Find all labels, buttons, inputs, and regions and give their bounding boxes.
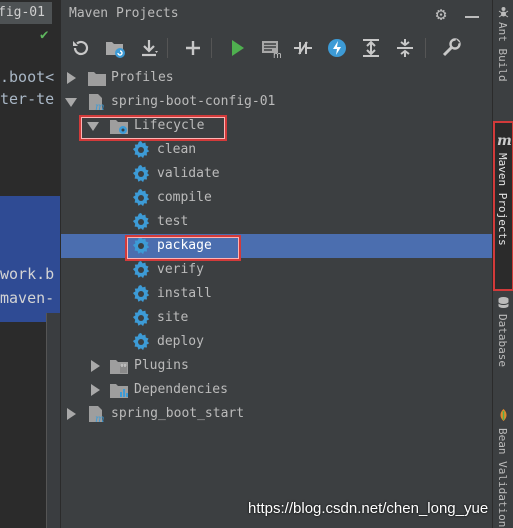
expand-arrow-icon[interactable]	[91, 384, 100, 396]
tree-label: deploy	[157, 334, 204, 349]
svg-text:m: m	[95, 102, 104, 111]
expand-arrow-icon[interactable]	[67, 72, 76, 84]
tree-label: compile	[157, 190, 212, 205]
maven-project-icon: m	[87, 405, 107, 425]
plugins-folder-icon	[109, 357, 129, 375]
tree-item-phase-compile[interactable]: compile	[61, 186, 493, 210]
watermark: https://blog.csdn.net/chen_long_yue	[248, 500, 489, 517]
editor-scrollbar[interactable]	[46, 313, 60, 528]
gear-icon	[131, 164, 151, 183]
editor-area: fig-01 ✔ .boot< ter-te work.b maven-	[0, 0, 60, 528]
minimize-icon[interactable]	[463, 3, 481, 27]
expand-arrow-icon[interactable]	[91, 360, 100, 372]
tab-label: Ant Build	[496, 22, 509, 82]
tree-label: Dependencies	[134, 382, 228, 397]
gear-icon	[131, 140, 151, 159]
gear-icon	[131, 260, 151, 279]
code-line: .boot<	[0, 68, 55, 86]
tab-maven-projects[interactable]: m Maven Projects	[493, 121, 513, 291]
tree-label: verify	[157, 262, 204, 277]
tree-item-dependencies[interactable]: Dependencies	[61, 378, 493, 402]
tree-label: Plugins	[134, 358, 189, 373]
tree-item-project[interactable]: m spring_boot_start	[61, 402, 493, 426]
toggle-offline-icon[interactable]	[291, 36, 315, 60]
toolbar-separator	[211, 38, 212, 58]
tree-item-profiles[interactable]: Profiles	[61, 66, 493, 90]
tree-item-phase-clean[interactable]: clean	[61, 138, 493, 162]
svg-text:m: m	[95, 414, 104, 423]
tree-label: test	[157, 214, 189, 229]
check-icon: ✔	[40, 27, 49, 43]
tree-label: install	[157, 286, 212, 301]
tree-item-phase-install[interactable]: install	[61, 282, 493, 306]
tab-ant-build[interactable]: Ant Build	[493, 4, 513, 100]
expand-arrow-icon[interactable]	[67, 408, 76, 420]
lifecycle-highlight-box	[79, 115, 227, 141]
editor-lower-area	[0, 322, 46, 528]
gear-icon[interactable]: ⚙	[431, 5, 451, 25]
gear-icon	[131, 188, 151, 207]
gear-icon	[131, 212, 151, 231]
download-icon[interactable]	[137, 36, 161, 60]
gear-icon	[131, 308, 151, 327]
tree-label: spring_boot_start	[111, 406, 245, 421]
tree-item-phase-verify[interactable]: verify	[61, 258, 493, 282]
tree-label: spring-boot-config-01	[111, 94, 276, 109]
refresh-icon[interactable]	[69, 36, 93, 60]
expand-all-icon[interactable]	[359, 36, 383, 60]
panel-header: Maven Projects ⚙	[61, 0, 493, 32]
package-highlight-box	[125, 235, 241, 261]
panel-title: Maven Projects	[69, 6, 179, 21]
toolbar-separator	[167, 38, 168, 58]
database-icon	[498, 297, 509, 308]
tree-item-plugins[interactable]: Plugins	[61, 354, 493, 378]
tree-label: site	[157, 310, 189, 325]
skip-tests-icon[interactable]	[325, 36, 349, 60]
tree-label: validate	[157, 166, 220, 181]
execute-goal-icon[interactable]: m	[259, 36, 283, 61]
collapse-all-icon[interactable]	[393, 36, 417, 60]
tree-label: clean	[157, 142, 197, 157]
tree-label: Profiles	[111, 70, 174, 85]
bean-icon	[500, 409, 507, 421]
code-line: maven-	[0, 289, 55, 307]
tree-item-phase-test[interactable]: test	[61, 210, 493, 234]
tool-window-bar: Ant Build m Maven Projects Database Bean…	[492, 0, 513, 528]
toolbar-separator	[425, 38, 426, 58]
maven-projects-panel: Maven Projects ⚙ m Profiles m spring-boo…	[60, 0, 493, 528]
tree-item-phase-deploy[interactable]: deploy	[61, 330, 493, 354]
maven-project-icon: m	[87, 93, 107, 113]
ant-icon	[498, 7, 509, 18]
code-line: ter-te	[0, 90, 55, 108]
code-line: work.b	[0, 265, 55, 283]
add-icon[interactable]	[181, 36, 205, 60]
tab-bean-validation[interactable]: Bean Validation	[493, 408, 513, 528]
tab-database[interactable]: Database	[493, 296, 513, 396]
dependencies-folder-icon	[109, 381, 129, 399]
run-icon[interactable]	[225, 36, 249, 60]
tab-label: Bean Validation	[496, 428, 509, 528]
settings-wrench-icon[interactable]	[439, 36, 463, 60]
generate-sources-icon[interactable]	[103, 36, 127, 60]
svg-text:m: m	[273, 51, 282, 60]
gear-icon	[131, 332, 151, 351]
folder-icon	[87, 69, 107, 87]
editor-tab[interactable]: fig-01	[0, 2, 52, 24]
tree-item-phase-validate[interactable]: validate	[61, 162, 493, 186]
collapse-arrow-icon[interactable]	[65, 98, 77, 107]
tree-item-project[interactable]: m spring-boot-config-01	[61, 90, 493, 114]
maven-toolbar: m	[61, 34, 493, 62]
tab-label: Maven Projects	[496, 153, 509, 246]
tree-item-phase-site[interactable]: site	[61, 306, 493, 330]
maven-icon: m	[497, 133, 512, 149]
gear-icon	[131, 284, 151, 303]
tab-label: Database	[496, 314, 509, 367]
